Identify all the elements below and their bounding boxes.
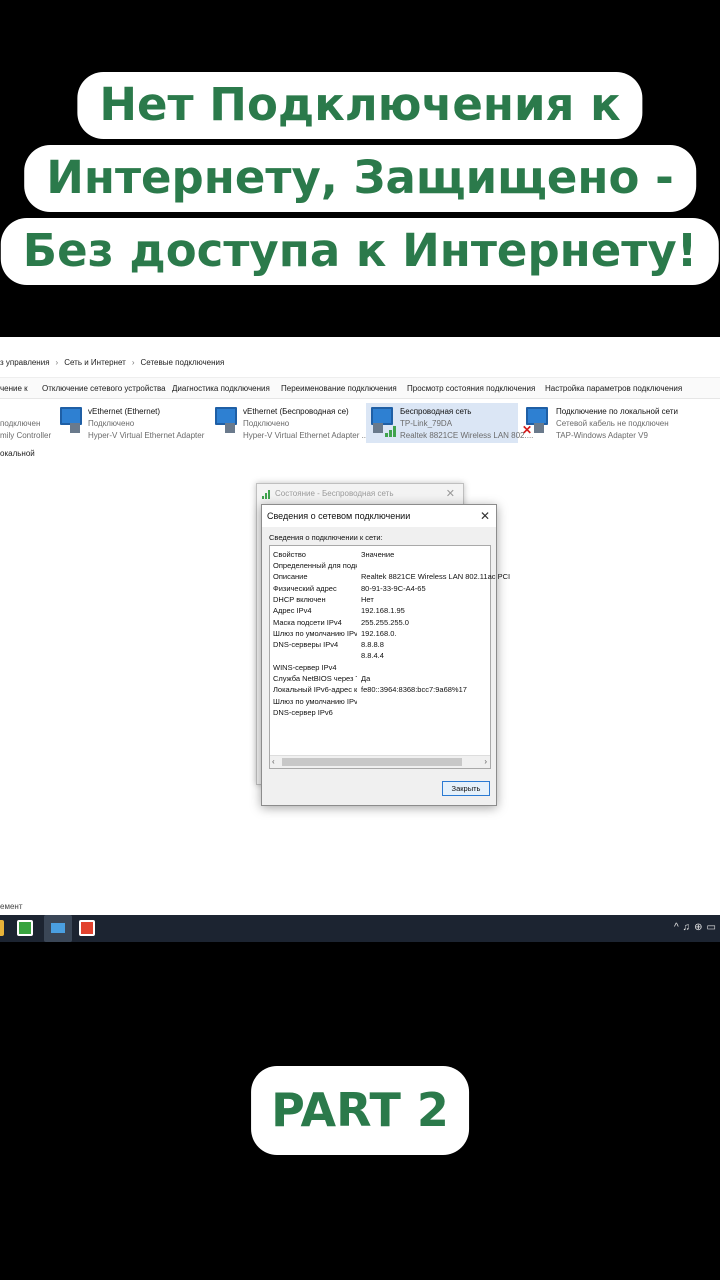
taskbar: ^ ♫ ⊕ ▭ xyxy=(0,915,720,942)
scroll-left-icon[interactable]: ‹ xyxy=(272,757,275,766)
row-value: fe80::3964:8368:bcc7:9a68%17 xyxy=(361,685,467,695)
row-property: Служба NetBIOS через Т... xyxy=(273,674,357,683)
network-window-icon xyxy=(51,923,65,933)
camtasia-recorder-icon[interactable] xyxy=(79,920,95,936)
row-value: Realtek 8821CE Wireless LAN 802.11ac PCI xyxy=(361,572,511,582)
close-icon[interactable]: ✕ xyxy=(480,505,490,527)
row-property: Физический адрес xyxy=(273,583,337,593)
row-property: DHCP включен xyxy=(273,594,326,604)
caption-line-1: Нет Подключения к xyxy=(77,72,643,139)
row-property: Адрес IPv4 xyxy=(273,606,312,616)
row-value: Нет xyxy=(361,594,374,604)
network-adapter-icon xyxy=(213,405,239,435)
adapter-name: Беспроводная сеть xyxy=(400,407,472,416)
details-list[interactable]: Свойство Значение Определенный для подк.… xyxy=(269,545,510,769)
adapter-status: Сетевой кабель не подключен xyxy=(556,419,669,428)
column-property[interactable]: Свойство xyxy=(273,550,357,559)
row-value: 192.168.0. xyxy=(361,628,397,638)
adapter-name: vEthernet (Беспроводная се) xyxy=(243,407,349,416)
row-property: DNS-сервер IPv6 xyxy=(273,707,333,717)
row-property: Маска подсети IPv4 xyxy=(273,617,342,627)
row-value: 8.8.8.8 xyxy=(361,640,384,650)
file-explorer-icon[interactable] xyxy=(0,920,4,936)
adapter-name: vEthernet (Ethernet) xyxy=(88,407,161,416)
breadcrumb-control-panel[interactable]: з управления xyxy=(0,358,50,367)
column-value[interactable]: Значение xyxy=(361,550,394,559)
command-toolbar: чение к Отключение сетевого устройства Д… xyxy=(0,377,720,399)
system-tray: ^ ♫ ⊕ ▭ xyxy=(674,922,716,933)
adapter-partial-status: подключен xyxy=(0,419,41,428)
close-icon[interactable]: ✕ xyxy=(446,484,455,504)
connection-details-dialog: Сведения о сетевом подключении ✕ Сведени… xyxy=(261,504,510,806)
row-property: DNS-серверы IPv4 xyxy=(273,640,339,650)
part-label: PART 2 xyxy=(251,1066,469,1155)
row-property: Шлюз по умолчанию IPv6 xyxy=(273,696,357,706)
scrollbar-thumb[interactable] xyxy=(282,758,462,766)
status-bar-text: емент xyxy=(0,902,23,911)
network-adapter-icon xyxy=(58,405,84,435)
breadcrumb-separator-icon: › xyxy=(131,357,135,367)
breadcrumb-network-connections[interactable]: Сетевые подключения xyxy=(141,358,225,367)
breadcrumb-separator-icon: › xyxy=(55,357,59,367)
row-value: 255.255.255.0 xyxy=(361,617,409,627)
adapter-wireless-network[interactable]: Беспроводная сеть TP-Link_79DA Realtek 8… xyxy=(366,403,533,443)
adapter-partial-name[interactable]: окальной xyxy=(0,449,35,458)
toolbar-diagnose-button[interactable]: Диагностика подключения xyxy=(172,384,270,393)
wifi-signal-icon xyxy=(262,489,272,499)
row-value: 8.8.4.4 xyxy=(361,651,384,661)
adapter-vethernet-ethernet[interactable]: vEthernet (Ethernet) Подключено Hyper-V … xyxy=(58,403,208,443)
breadcrumb-network-internet[interactable]: Сеть и Интернет xyxy=(64,358,126,367)
adapter-vethernet-wireless[interactable]: vEthernet (Беспроводная се) Подключено H… xyxy=(213,403,368,443)
caption-line-3: Без доступа к Интернету! xyxy=(0,218,720,285)
close-button[interactable]: Закрыть xyxy=(442,781,490,796)
camtasia-icon[interactable] xyxy=(17,920,33,936)
horizontal-scrollbar[interactable]: ‹ › xyxy=(270,755,490,768)
adapter-name: Подключение по локальной сети xyxy=(556,407,678,416)
scroll-right-icon[interactable]: › xyxy=(484,757,487,766)
globe-icon[interactable]: ⊕ xyxy=(694,922,702,933)
row-property: Шлюз по умолчанию IPv4 xyxy=(273,628,357,638)
status-dialog-title: Состояние - Беспроводная сеть xyxy=(275,489,394,498)
chevron-up-icon[interactable]: ^ xyxy=(674,922,679,933)
adapter-device: TAP-Windows Adapter V9 xyxy=(556,431,648,440)
row-property: Определенный для подк... xyxy=(273,561,357,570)
toolbar-connect-button[interactable]: чение к xyxy=(0,384,28,393)
adapter-device: Hyper-V Virtual Ethernet Adapter xyxy=(88,431,205,440)
adapter-local-connection[interactable]: ✕ Подключение по локальной сети Сетевой … xyxy=(522,403,718,443)
row-property: Локальный IPv6-адрес ка... xyxy=(273,685,357,695)
details-subtitle: Сведения о подключении к сети: xyxy=(269,533,383,542)
details-dialog-title: Сведения о сетевом подключении xyxy=(267,511,411,521)
battery-icon[interactable]: ▭ xyxy=(707,922,716,933)
toolbar-rename-button[interactable]: Переименование подключения xyxy=(281,384,397,393)
row-value: 80-91-33-9C-A4-65 xyxy=(361,583,426,593)
adapter-status: TP-Link_79DA xyxy=(400,419,453,428)
row-value: Да xyxy=(361,674,371,683)
row-property: Описание xyxy=(273,572,308,582)
adapter-partial-device: mily Controller xyxy=(0,431,52,440)
active-window-tab[interactable] xyxy=(44,915,72,942)
toolbar-disable-device-button[interactable]: Отключение сетевого устройства xyxy=(42,384,166,393)
adapter-status: Подключено xyxy=(88,419,135,428)
wifi-adapter-icon xyxy=(369,405,396,437)
adapter-device: Hyper-V Virtual Ethernet Adapter ... xyxy=(243,431,369,440)
network-connections-window: з управления › Сеть и Интернет › Сетевые… xyxy=(0,337,720,942)
adapter-status: Подключено xyxy=(243,419,290,428)
toolbar-change-settings-button[interactable]: Настройка параметров подключения xyxy=(545,384,682,393)
breadcrumb: з управления › Сеть и Интернет › Сетевые… xyxy=(0,355,224,369)
adapter-device: Realtek 8821CE Wireless LAN 802.... xyxy=(400,431,534,440)
caption-line-2: Интернету, Защищено - xyxy=(24,145,696,212)
row-value: 192.168.1.95 xyxy=(361,606,405,616)
toolbar-view-status-button[interactable]: Просмотр состояния подключения xyxy=(407,384,535,393)
network-adapter-disconnected-icon: ✕ xyxy=(522,405,548,437)
row-property: WINS-сервер IPv4 xyxy=(273,662,337,672)
volume-icon[interactable]: ♫ xyxy=(683,922,691,933)
